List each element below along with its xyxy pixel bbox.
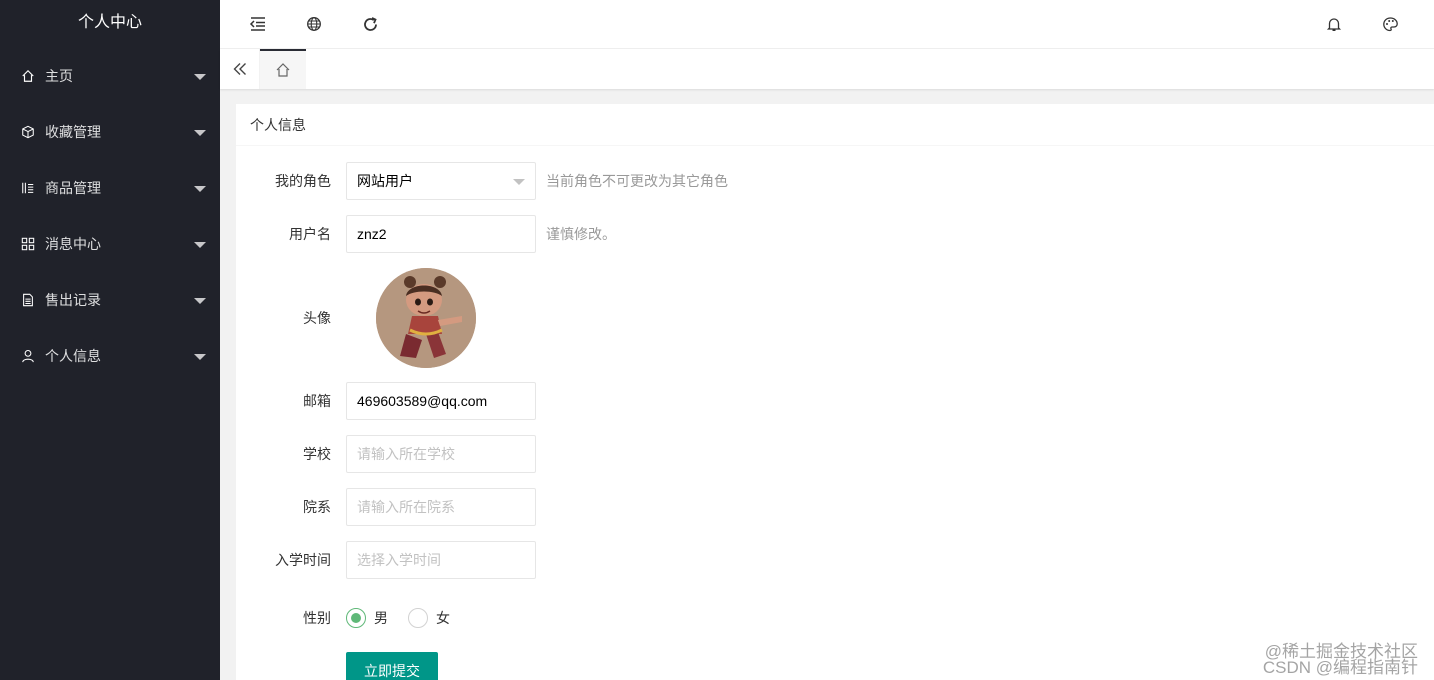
submit-button[interactable]: 立即提交	[346, 652, 438, 680]
refresh-icon[interactable]	[358, 12, 382, 36]
radio-unchecked-icon	[408, 608, 428, 628]
role-hint: 当前角色不可更改为其它角色	[546, 173, 728, 189]
gender-option-label: 男	[374, 610, 388, 626]
school-row: 学校	[236, 435, 536, 473]
caret-down-icon	[194, 130, 206, 136]
role-label: 我的角色	[275, 173, 331, 189]
sidebar-item-label: 主页	[45, 68, 73, 84]
avatar[interactable]	[376, 268, 476, 368]
avatar-label: 头像	[303, 310, 331, 326]
role-select-value: 网站用户	[357, 173, 413, 189]
sidebar-item-sales[interactable]: 售出记录	[0, 272, 220, 328]
chevron-down-icon	[513, 179, 525, 185]
department-label: 院系	[303, 499, 331, 515]
sidebar-item-messages[interactable]: 消息中心	[0, 216, 220, 272]
tab-bar	[220, 49, 1434, 89]
gender-radio-female[interactable]: 女	[408, 608, 450, 628]
palette-icon[interactable]	[1378, 12, 1402, 36]
enroll-date-label: 入学时间	[275, 552, 331, 568]
submit-row: 立即提交	[236, 652, 438, 680]
radio-checked-icon	[346, 608, 366, 628]
shrink-menu-icon[interactable]	[246, 12, 270, 36]
avatar-row: 头像	[236, 268, 476, 368]
sidebar-item-home[interactable]: 主页	[0, 48, 220, 104]
sidebar: 个人中心 主页 收藏管理 商品管理 消息中心 售出记录 个人信息	[0, 0, 220, 680]
sidebar-item-goods[interactable]: 商品管理	[0, 160, 220, 216]
user-icon	[20, 348, 36, 364]
gender-radio-male[interactable]: 男	[346, 608, 388, 628]
tab-home[interactable]	[260, 49, 306, 89]
cube-icon	[20, 124, 36, 140]
double-chevron-left-icon[interactable]	[220, 49, 260, 89]
email-input[interactable]	[346, 382, 536, 420]
sidebar-item-label: 收藏管理	[45, 124, 101, 140]
role-row: 我的角色 网站用户 当前角色不可更改为其它角色	[236, 162, 728, 200]
caret-down-icon	[194, 354, 206, 360]
sidebar-item-label: 消息中心	[45, 236, 101, 252]
username-input[interactable]	[346, 215, 536, 253]
sidebar-item-label: 售出记录	[45, 292, 101, 308]
department-row: 院系	[236, 488, 536, 526]
school-label: 学校	[303, 446, 331, 462]
sidebar-item-favorites[interactable]: 收藏管理	[0, 104, 220, 160]
gender-row: 性别 男 女	[236, 599, 470, 637]
home-icon	[275, 62, 291, 78]
bell-icon[interactable]	[1322, 12, 1346, 36]
goods-icon	[20, 180, 36, 196]
department-input[interactable]	[346, 488, 536, 526]
caret-down-icon	[194, 298, 206, 304]
card-title: 个人信息	[236, 104, 1434, 146]
apps-icon	[20, 236, 36, 252]
sidebar-title: 个人中心	[77, 14, 142, 31]
gender-option-label: 女	[436, 610, 450, 626]
enroll-date-row: 入学时间	[236, 541, 536, 579]
watermark-csdn: CSDN @编程指南针	[1262, 658, 1418, 677]
home-icon	[20, 68, 36, 84]
school-input[interactable]	[346, 435, 536, 473]
email-label: 邮箱	[303, 393, 331, 409]
caret-down-icon	[194, 74, 206, 80]
profile-card: 个人信息 我的角色 网站用户 当前角色不可更改为其它角色 用户名 谨慎修改。 头…	[236, 104, 1434, 680]
caret-down-icon	[194, 186, 206, 192]
username-hint: 谨慎修改。	[546, 226, 616, 242]
enroll-date-input[interactable]	[346, 541, 536, 579]
username-row: 用户名 谨慎修改。	[236, 215, 616, 253]
sidebar-item-profile[interactable]: 个人信息	[0, 328, 220, 384]
globe-icon[interactable]	[302, 12, 326, 36]
gender-label: 性别	[303, 610, 331, 626]
sidebar-item-label: 个人信息	[45, 348, 101, 364]
sidebar-item-label: 商品管理	[45, 180, 101, 196]
file-icon	[20, 292, 36, 308]
email-row: 邮箱	[236, 382, 536, 420]
caret-down-icon	[194, 242, 206, 248]
role-select[interactable]: 网站用户	[346, 162, 536, 200]
top-header	[220, 0, 1434, 49]
username-label: 用户名	[289, 226, 331, 242]
